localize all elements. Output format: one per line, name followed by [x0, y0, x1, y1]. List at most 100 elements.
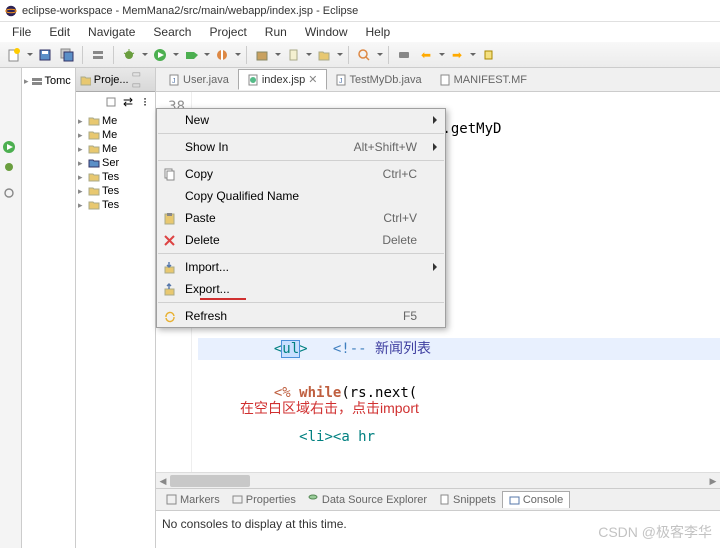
server-icon[interactable]: [89, 46, 107, 64]
tree-item[interactable]: ▸Tes: [78, 184, 153, 198]
tree-item[interactable]: ▸Tes: [78, 198, 153, 212]
new-folder-icon[interactable]: [315, 46, 333, 64]
editor-tabs: JUser.java index.jsp ✕ JTestMyDb.java MA…: [156, 68, 720, 92]
dropdown-arrow-icon[interactable]: [235, 53, 241, 56]
ctx-delete[interactable]: DeleteDelete: [157, 229, 445, 251]
debug-icon[interactable]: [2, 160, 20, 178]
ctx-import[interactable]: Import...: [157, 256, 445, 278]
menu-edit[interactable]: Edit: [41, 23, 78, 41]
submenu-arrow-icon: [433, 116, 437, 124]
dropdown-arrow-icon[interactable]: [306, 53, 312, 56]
proj-explorer-tab[interactable]: Proje...▭ ▭: [76, 68, 155, 92]
ctx-copy[interactable]: CopyCtrl+C: [157, 163, 445, 185]
ctx-show-in[interactable]: Show InAlt+Shift+W: [157, 136, 445, 158]
run-last-icon[interactable]: [182, 46, 200, 64]
new-type-icon[interactable]: [284, 46, 302, 64]
sync-icon[interactable]: [2, 186, 20, 204]
new-icon[interactable]: [5, 46, 23, 64]
tab-snippets[interactable]: Snippets: [433, 492, 502, 508]
ctx-new[interactable]: New: [157, 109, 445, 131]
servers-view: ▸Tomc: [22, 68, 76, 548]
menu-search[interactable]: Search: [145, 23, 199, 41]
tab-index-jsp[interactable]: index.jsp ✕: [238, 69, 327, 90]
dropdown-arrow-icon[interactable]: [439, 53, 445, 56]
proj-tree: ▸Me ▸Me ▸Me ▸Ser ▸Tes ▸Tes ▸Tes: [76, 112, 155, 214]
dropdown-arrow-icon[interactable]: [377, 53, 383, 56]
ctx-export[interactable]: Export...: [157, 278, 445, 300]
bottom-tabs: Markers Properties Data Source Explorer …: [156, 489, 720, 511]
menu-run[interactable]: Run: [257, 23, 295, 41]
tree-item[interactable]: ▸Me: [78, 128, 153, 142]
run-icon[interactable]: [2, 140, 20, 158]
menu-window[interactable]: Window: [297, 23, 356, 41]
save-icon[interactable]: [36, 46, 54, 64]
tree-item[interactable]: ▸Ser: [78, 156, 153, 170]
separator: [113, 46, 114, 64]
collapse-icon[interactable]: [104, 95, 118, 109]
paste-icon: [161, 210, 177, 226]
separator: [348, 46, 349, 64]
dropdown-arrow-icon[interactable]: [470, 53, 476, 56]
tab-label: Proje...: [94, 74, 129, 86]
proj-toolbar: ⇄ ⁝: [76, 92, 155, 112]
eclipse-icon: [4, 4, 18, 18]
sidebar-item-label: Tomc: [45, 75, 71, 87]
dropdown-arrow-icon[interactable]: [142, 53, 148, 56]
link-icon[interactable]: ⇄: [121, 95, 135, 109]
debug-icon[interactable]: [120, 46, 138, 64]
new-package-icon[interactable]: [253, 46, 271, 64]
scroll-left-icon: ◀: [156, 475, 170, 487]
export-icon: [161, 281, 177, 297]
menu-file[interactable]: File: [4, 23, 39, 41]
search-icon[interactable]: [355, 46, 373, 64]
dropdown-arrow-icon[interactable]: [204, 53, 210, 56]
tree-item[interactable]: ▸Me: [78, 114, 153, 128]
submenu-arrow-icon: [433, 263, 437, 271]
dropdown-arrow-icon[interactable]: [27, 53, 33, 56]
tab-manifest[interactable]: MANIFEST.MF: [431, 71, 536, 89]
toggle-icon[interactable]: [395, 46, 413, 64]
external-tools-icon[interactable]: [213, 46, 231, 64]
tab-testmydb-java[interactable]: JTestMyDb.java: [327, 71, 431, 89]
ctx-refresh[interactable]: RefreshF5: [157, 305, 445, 327]
svg-text:J: J: [172, 78, 176, 85]
nav-fwd-icon[interactable]: ➡: [448, 46, 466, 64]
import-icon: [161, 259, 177, 275]
ctx-copy-qualified[interactable]: Copy Qualified Name: [157, 185, 445, 207]
separator: [246, 46, 247, 64]
annotation-text: 在空白区域右击，点击import: [240, 398, 419, 418]
annotation-underline: [200, 298, 246, 300]
scroll-thumb[interactable]: [170, 475, 250, 487]
tab-markers[interactable]: Markers: [160, 492, 226, 508]
nav-back-icon[interactable]: ⬅: [417, 46, 435, 64]
close-icon[interactable]: ✕: [308, 73, 317, 86]
save-all-icon[interactable]: [58, 46, 76, 64]
window-title: eclipse-workspace - MemMana2/src/main/we…: [22, 5, 358, 17]
tab-data-source[interactable]: Data Source Explorer: [302, 492, 433, 508]
menu-help[interactable]: Help: [358, 23, 399, 41]
watermark: CSDN @极客李华: [598, 522, 712, 542]
dropdown-arrow-icon[interactable]: [173, 53, 179, 56]
submenu-arrow-icon: [433, 143, 437, 151]
run-icon[interactable]: [151, 46, 169, 64]
tree-item[interactable]: ▸Tes: [78, 170, 153, 184]
delete-icon: [161, 232, 177, 248]
context-menu: New Show InAlt+Shift+W CopyCtrl+C Copy Q…: [156, 108, 446, 328]
tab-properties[interactable]: Properties: [226, 492, 302, 508]
tab-console[interactable]: Console: [502, 491, 570, 508]
sidebar-item-tomcat[interactable]: ▸Tomc: [24, 75, 73, 87]
ctx-paste[interactable]: PasteCtrl+V: [157, 207, 445, 229]
tree-item[interactable]: ▸Me: [78, 142, 153, 156]
filter-icon[interactable]: ⁝: [138, 95, 152, 109]
copy-icon: [161, 166, 177, 182]
tab-user-java[interactable]: JUser.java: [160, 71, 238, 89]
copy-icon: [161, 188, 177, 204]
horizontal-scrollbar[interactable]: ◀ ▶: [156, 472, 720, 488]
separator: [158, 133, 444, 134]
dropdown-arrow-icon[interactable]: [337, 53, 343, 56]
pin-icon[interactable]: [479, 46, 497, 64]
dropdown-arrow-icon[interactable]: [275, 53, 281, 56]
scroll-right-icon: ▶: [706, 475, 720, 487]
menu-project[interactable]: Project: [201, 23, 254, 41]
menu-navigate[interactable]: Navigate: [80, 23, 143, 41]
